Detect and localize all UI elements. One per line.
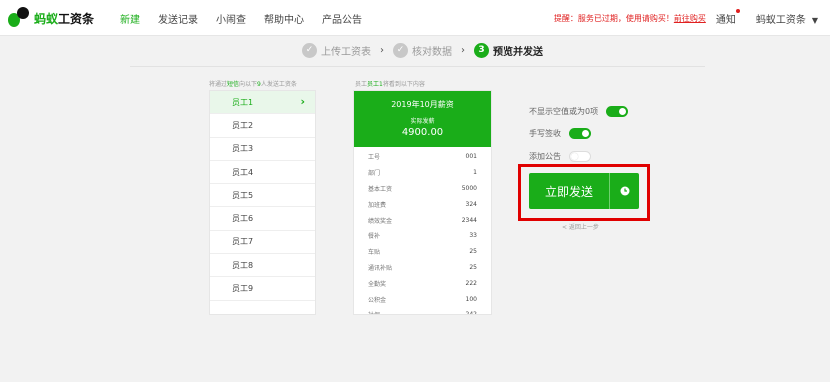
list-item[interactable]: 员工3 <box>210 138 315 161</box>
nav-new[interactable]: 新建 <box>120 11 140 26</box>
payslip-amount: 4900.00 <box>401 127 444 138</box>
check-icon: ✓ <box>393 42 408 58</box>
payslip-row: 餐补 33 <box>368 232 477 241</box>
logo-text: 蚂蚁工资条 <box>34 11 95 26</box>
expiry-warning: 提醒：服务已过期，使用请购买！前往购买 <box>553 13 706 23</box>
preview-hint: 员工员工1将看到以下内容 <box>355 81 425 88</box>
list-item[interactable]: 员工1 › <box>210 91 315 115</box>
list-item[interactable]: 员工8 <box>210 254 315 278</box>
nav-help-center[interactable]: 帮助中心 <box>264 11 304 26</box>
back-link[interactable]: < 返回上一步 <box>562 222 599 231</box>
logo[interactable]: 蚂蚁工资条 <box>8 7 94 29</box>
progress-steps: ✓ 上传工资表 › ✓ 核对数据 › 3 预览并发送 <box>302 40 543 60</box>
chevron-right-icon: › <box>300 95 305 108</box>
payslip-row: 车贴 25 <box>368 248 477 257</box>
payslip-row: 通讯补贴 25 <box>368 263 477 272</box>
payslip-preview[interactable]: 2019年10月薪资 实际发薪 4900.00 工号 001 部门 1 基本工资 50… <box>353 90 492 315</box>
announcement-toggle[interactable] <box>569 151 591 162</box>
step-verify: ✓ 核对数据 <box>393 42 452 58</box>
caret-down-icon: ▼ <box>811 15 818 25</box>
payslip-row: 绩效奖金 2344 <box>368 216 477 225</box>
clock-icon <box>620 186 629 196</box>
payslip-row: 加班费 324 <box>368 200 477 209</box>
recipient-hint: 将通过短信向以下9人发送工资条 <box>209 81 297 88</box>
payslip-row: 部门 1 <box>368 169 477 178</box>
ant-logo-icon <box>8 7 30 29</box>
list-item[interactable]: 员工7 <box>210 231 315 255</box>
step-number: 3 <box>474 42 489 58</box>
user-menu[interactable]: 蚂蚁工资条 ▼ <box>756 11 818 26</box>
list-item[interactable]: 员工9 <box>210 277 315 301</box>
list-item[interactable]: 员工4 <box>210 161 315 185</box>
step-separator-icon: › <box>461 44 465 56</box>
notify-link[interactable]: 通知 <box>716 8 740 26</box>
employee-list: 员工1 › 员工2 员工3 员工4 员工5 员工6 员工7 员工8 员工9 <box>209 90 316 315</box>
divider <box>130 66 705 67</box>
nav-announcements[interactable]: 产品公告 <box>322 11 362 26</box>
top-right: 提醒：服务已过期，使用请购买！前往购买 通知 蚂蚁工资条 ▼ <box>554 0 818 36</box>
buy-link[interactable]: 前往购买 <box>674 14 706 23</box>
payslip-title: 2019年10月薪资 <box>391 100 454 109</box>
payslip-row: 社保242 <box>368 311 477 315</box>
step-separator-icon: › <box>380 44 384 56</box>
step-upload: ✓ 上传工资表 <box>302 42 371 58</box>
send-now-button[interactable]: 立即发送 <box>529 173 609 209</box>
nav-send-records[interactable]: 发送记录 <box>158 11 198 26</box>
scheduled-send-button[interactable] <box>609 173 639 209</box>
payslip-row: 公积金 100 <box>368 295 477 304</box>
nav-xiaonaocha[interactable]: 小闹查 <box>216 11 246 26</box>
payslip-row: 基本工资 5000 <box>368 184 477 193</box>
top-bar: 蚂蚁工资条 新建 发送记录 小闹查 帮助中心 产品公告 提醒：服务已过期，使用请… <box>0 0 830 36</box>
option-announcement: 添加公告 <box>529 151 591 162</box>
handwritten-sign-toggle[interactable] <box>569 128 591 139</box>
payslip-row: 工号 001 <box>368 153 477 162</box>
payslip-header: 2019年10月薪资 实际发薪 4900.00 <box>354 91 491 147</box>
list-item[interactable]: 员工5 <box>210 184 315 208</box>
check-icon: ✓ <box>302 42 317 58</box>
main-nav: 新建 发送记录 小闹查 帮助中心 产品公告 <box>120 0 380 36</box>
list-item[interactable]: 员工6 <box>210 207 315 231</box>
list-item[interactable]: 员工2 <box>210 114 315 138</box>
payslip-row: 全勤奖 222 <box>368 279 477 288</box>
payslip-subtitle: 实际发薪 <box>410 118 435 125</box>
option-hide-zero: 不显示空值或为0项 <box>529 106 629 117</box>
hide-zero-toggle[interactable] <box>606 106 629 117</box>
option-handwritten: 手写签收 <box>529 128 591 139</box>
notification-dot-icon <box>735 8 740 13</box>
step-preview-send: 3 预览并发送 <box>474 42 543 58</box>
